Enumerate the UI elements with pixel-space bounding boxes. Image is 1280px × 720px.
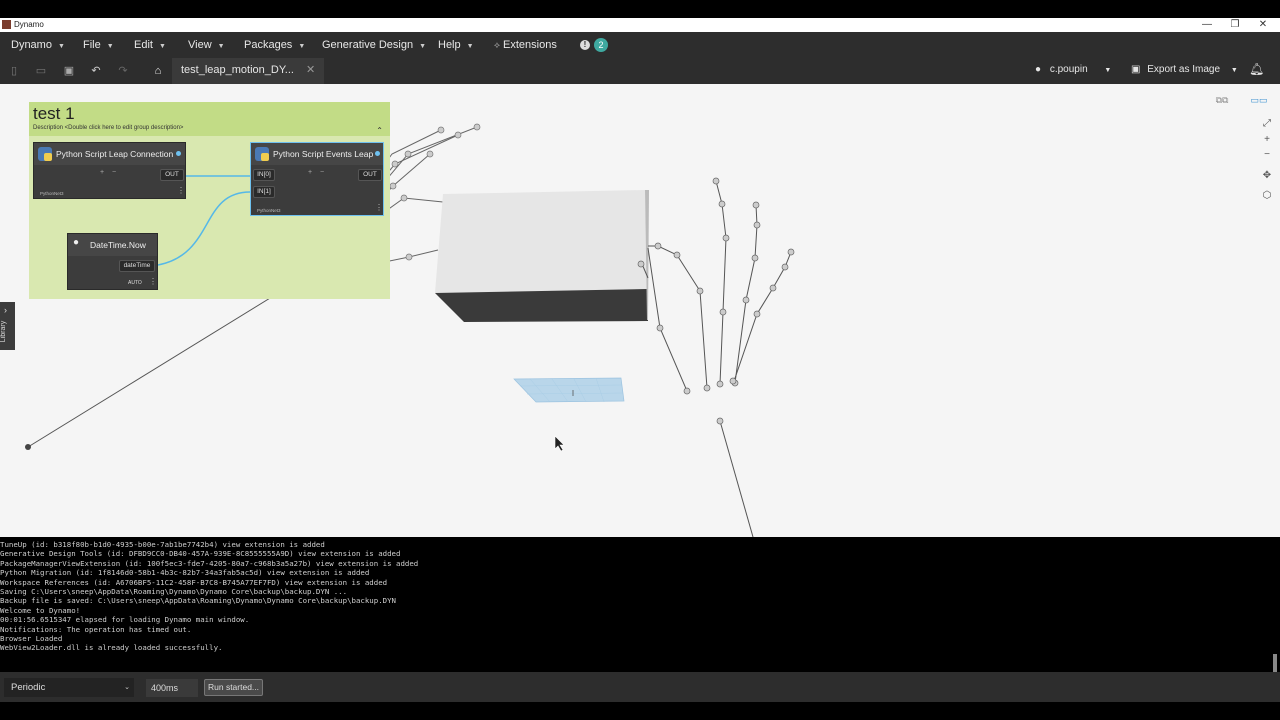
node-datetime-now[interactable]: DateTime.Now ● dateTime AUTO ⋮ <box>67 233 158 290</box>
console-panel: TuneUp (id: b318f80b-b1d0-4935-b00e-7ab1… <box>0 537 1280 672</box>
run-interval-input[interactable]: 400ms <box>146 679 198 697</box>
menu-extensions[interactable]: ⟡ Extensions <box>494 39 557 51</box>
remove-input-button[interactable]: − <box>320 169 324 176</box>
lacing-label: AUTO <box>128 280 142 286</box>
bell-icon[interactable]: 🔔︎ <box>1249 62 1264 76</box>
maximize-button[interactable]: ❐ <box>1221 18 1249 32</box>
menu-edit[interactable]: Edit ▼ <box>134 39 166 51</box>
menu-dynamo[interactable]: Dynamo ▼ <box>11 39 65 51</box>
menu-generative-design[interactable]: Generative Design ▼ <box>322 39 426 51</box>
export-menu[interactable]: ▣ Export as Image ▼ <box>1131 64 1238 75</box>
python-icon <box>255 147 269 161</box>
console-line: WebView2Loader.dll is already loaded suc… <box>0 643 223 653</box>
node-engine-label: PythonNet3 <box>257 208 281 213</box>
letterbox-top <box>0 0 1280 18</box>
user-caret-icon: ▼ <box>1104 67 1112 74</box>
node-leap-connection[interactable]: Python Script Leap Connection + − OUT Py… <box>33 142 186 199</box>
letterbox-bottom <box>0 702 1280 720</box>
user-menu[interactable]: ● c.poupin ▼ <box>1035 64 1111 75</box>
menu-view[interactable]: View ▼ <box>188 39 225 51</box>
zoom-fit-icon[interactable]: ⤢ <box>1260 117 1274 131</box>
node-menu-icon[interactable]: ⋮ <box>149 277 157 286</box>
save-icon[interactable]: ▣ <box>62 64 76 78</box>
user-name: c.poupin <box>1049 64 1088 75</box>
console-line: Saving C:\Users\sneep\AppData\Roaming\Dy… <box>0 587 348 597</box>
menu-help[interactable]: Help ▼ <box>438 39 474 51</box>
menu-file[interactable]: File ▼ <box>83 39 114 51</box>
minimize-button[interactable]: — <box>1193 18 1221 32</box>
info-icon[interactable]: ! <box>580 40 590 50</box>
output-port-datetime[interactable]: dateTime <box>119 260 155 272</box>
dynamo-app-icon <box>2 20 11 29</box>
undo-icon[interactable]: ↶ <box>89 64 103 78</box>
library-label: Library <box>0 320 8 343</box>
run-mode-select[interactable]: Periodic ⌄ <box>4 678 134 697</box>
new-file-icon[interactable]: ▯ <box>7 64 21 78</box>
console-line: Generative Design Tools (id: DFBD9CC0-DB… <box>0 549 401 559</box>
close-tab-icon[interactable]: ✕ <box>306 63 315 76</box>
export-caret-icon: ▼ <box>1230 67 1238 74</box>
node-status-dot <box>375 151 380 156</box>
notification-badge[interactable]: 2 <box>594 38 608 52</box>
console-line: Workspace References (id: A6706BF5-11C2-… <box>0 577 388 587</box>
console-line: Notifications: The operation has timed o… <box>0 624 192 634</box>
input-port-in1[interactable]: IN[1] <box>253 186 275 198</box>
file-tab-label: test_leap_motion_DY... <box>181 64 294 76</box>
library-tab[interactable]: › Library <box>0 302 15 350</box>
node-menu-icon[interactable]: ⋮ <box>177 186 185 195</box>
console-line: Browser Loaded <box>0 634 63 644</box>
node-menu-icon[interactable]: ⋮ <box>375 203 383 212</box>
menu-bar: Dynamo ▼ File ▼ Edit ▼ View ▼ Packages ▼ Gene… <box>0 32 1280 58</box>
menu-packages[interactable]: Packages ▼ <box>244 39 305 51</box>
library-expand-icon: › <box>4 305 7 315</box>
close-window-button[interactable]: ✕ <box>1249 18 1277 32</box>
output-port-out[interactable]: OUT <box>160 169 184 181</box>
export-icon: ▣ <box>1131 64 1141 75</box>
extensions-icon: ⟡ <box>494 40 500 50</box>
window-title: Dynamo <box>14 20 44 29</box>
console-line: Python Migration (id: 1f8146d0-58b1-4b3c… <box>0 568 370 578</box>
node-events-leap[interactable]: Python Script Events Leap IN[0] IN[1] + … <box>250 142 384 216</box>
python-icon <box>38 147 52 161</box>
zoom-out-icon[interactable]: − <box>1260 148 1274 162</box>
export-label: Export as Image <box>1147 64 1221 75</box>
graph-canvas[interactable]: test 1 Description <Double click here to… <box>0 84 1280 537</box>
console-line: Backup file is saved: C:\Users\sneep\App… <box>0 596 397 606</box>
open-icon[interactable]: ▭ <box>34 64 48 78</box>
home-icon[interactable]: ⌂ <box>151 64 165 78</box>
node-engine-label: PythonNet3 <box>40 191 64 196</box>
add-input-button[interactable]: + <box>100 169 104 176</box>
chevron-down-icon: ⌄ <box>124 684 130 691</box>
pin-icon: ● <box>73 237 80 248</box>
run-status-button[interactable]: Run started... <box>204 679 263 696</box>
window-titlebar: Dynamo — ❐ ✕ <box>0 18 1280 32</box>
node-status-dot <box>176 151 181 156</box>
wire-datetime-to-in1 <box>157 191 251 266</box>
run-mode-value: Periodic <box>11 682 46 693</box>
console-line: Welcome to Dynamo! <box>0 605 81 615</box>
user-icon: ● <box>1035 64 1042 75</box>
console-scrollbar[interactable] <box>1273 654 1277 672</box>
view-3d-toggle-icon[interactable]: ⧉⧉ <box>1206 92 1238 108</box>
input-port-in0[interactable]: IN[0] <box>253 169 275 181</box>
wires-layer <box>157 175 251 266</box>
orbit-icon[interactable]: ⬡ <box>1260 189 1274 203</box>
zoom-in-icon[interactable]: + <box>1260 133 1274 147</box>
file-tab[interactable]: test_leap_motion_DY... ✕ <box>172 58 324 84</box>
output-port-out[interactable]: OUT <box>358 169 382 181</box>
add-input-button[interactable]: + <box>308 169 312 176</box>
node-events-leap-title[interactable]: Python Script Events Leap <box>251 143 383 165</box>
remove-input-button[interactable]: − <box>112 169 116 176</box>
redo-icon[interactable]: ↷ <box>116 64 130 78</box>
pan-icon[interactable]: ✥ <box>1260 169 1274 183</box>
node-leap-connection-title[interactable]: Python Script Leap Connection <box>34 143 185 165</box>
view-graph-toggle-icon[interactable]: ▭▭ <box>1244 92 1274 108</box>
console-line: TuneUp (id: b318f80b-b1d0-4935-b00e-7ab1… <box>0 540 325 549</box>
console-line: 00:01:56.6515347 elapsed for loading Dyn… <box>0 615 250 625</box>
console-line: PackageManagerViewExtension (id: 100f5ec… <box>0 558 419 568</box>
